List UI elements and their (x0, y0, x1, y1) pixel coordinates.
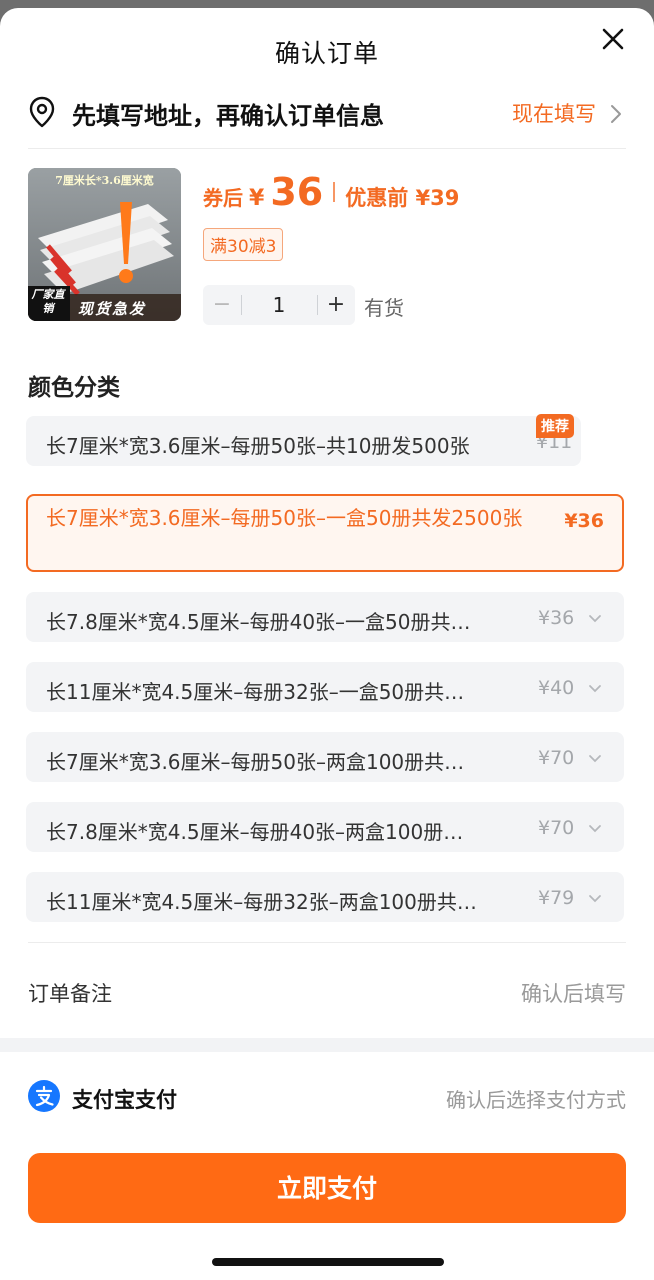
alipay-icon (28, 1080, 60, 1112)
order-sheet: 确认订单 先填写地址，再确认订单信息 现在填写 7厘米长*3.6厘米宽 厂家直销… (0, 8, 654, 1280)
chevron-down-icon (589, 615, 601, 623)
option-price: ¥70 (538, 817, 575, 839)
product-summary: 7厘米长*3.6厘米宽 厂家直销 现货急发 券后 ¥ 36 优惠前 ¥39 满3… (28, 168, 628, 328)
option-label: 长11厘米*宽4.5厘米–每册32张–两盒100册共… (46, 890, 477, 914)
quantity-value[interactable]: 1 (241, 285, 317, 325)
chevron-right-icon (611, 105, 621, 123)
option-price: ¥36 (564, 510, 604, 532)
payment-method-hint: 确认后选择支付方式 (446, 1088, 626, 1112)
close-icon[interactable] (598, 24, 628, 54)
option-label: 长11厘米*宽4.5厘米–每册32张–一盒50册共… (46, 680, 465, 704)
payment-method-row[interactable]: 支付宝支付 确认后选择支付方式 (28, 1068, 626, 1128)
option-price: ¥36 (538, 607, 575, 629)
home-indicator (212, 1258, 444, 1266)
divider (28, 148, 626, 149)
page-title: 确认订单 (274, 39, 379, 68)
option-item[interactable]: 长11厘米*宽4.5厘米–每册32张–一盒50册共… ¥40 (26, 662, 624, 712)
options-title: 颜色分类 (28, 375, 120, 401)
thumb-badge-left: 厂家直销 (31, 288, 65, 315)
option-price: ¥40 (538, 677, 575, 699)
thumb-top-text: 7厘米长*3.6厘米宽 (55, 174, 154, 187)
chevron-down-icon (589, 895, 601, 903)
price-separator (333, 182, 336, 202)
option-price: ¥70 (538, 747, 575, 769)
address-row[interactable]: 先填写地址，再确认订单信息 现在填写 (28, 84, 626, 148)
remark-label: 订单备注 (28, 982, 112, 1006)
currency-symbol: ¥ (249, 186, 265, 211)
recommend-badge: 推荐 (536, 414, 574, 438)
option-item[interactable]: 长7厘米*宽3.6厘米–每册50张–共10册发500张 ¥11 (26, 416, 581, 466)
option-item-selected[interactable]: 长7厘米*宽3.6厘米–每册50张–一盒50册共发2500张 ¥36 (26, 494, 624, 572)
stock-status: 有货 (364, 296, 404, 320)
address-prompt: 先填写地址，再确认订单信息 (72, 102, 384, 130)
option-item[interactable]: 长11厘米*宽4.5厘米–每册32张–两盒100册共… ¥79 (26, 872, 624, 922)
option-label: 长7厘米*宽3.6厘米–每册50张–一盒50册共发2500张 (46, 506, 523, 530)
final-price: 36 (270, 170, 324, 214)
thumb-badge-right: 现货急发 (78, 300, 147, 318)
fill-address-link[interactable]: 现在填写 (512, 98, 596, 128)
decrease-button[interactable]: − (203, 285, 241, 325)
pay-now-button[interactable]: 立即支付 (28, 1153, 626, 1223)
original-price: 优惠前 ¥39 (345, 186, 460, 210)
option-label: 长7.8厘米*宽4.5厘米–每册40张–一盒50册共… (46, 610, 471, 634)
increase-button[interactable]: + (317, 285, 355, 325)
option-label: 长7厘米*宽3.6厘米–每册50张–共10册发500张 (46, 434, 470, 458)
option-label: 长7厘米*宽3.6厘米–每册50张–两盒100册共… (46, 750, 465, 774)
option-item[interactable]: 长7.8厘米*宽4.5厘米–每册40张–两盒100册… ¥70 (26, 802, 624, 852)
chevron-down-icon (589, 825, 601, 833)
price-row: 券后 ¥ 36 优惠前 ¥39 (203, 170, 459, 214)
coupon-tag: 满30减3 (203, 228, 284, 261)
option-price: ¥79 (538, 887, 575, 909)
price-label: 券后 (203, 186, 243, 210)
divider (28, 942, 626, 943)
chevron-down-icon (589, 685, 601, 693)
product-image[interactable]: 7厘米长*3.6厘米宽 厂家直销 现货急发 (28, 168, 181, 321)
chevron-down-icon (589, 755, 601, 763)
location-pin-icon (29, 96, 55, 128)
option-item[interactable]: 长7厘米*宽3.6厘米–每册50张–两盒100册共… ¥70 (26, 732, 624, 782)
payment-method-label: 支付宝支付 (72, 1088, 177, 1112)
option-item[interactable]: 长7.8厘米*宽4.5厘米–每册40张–一盒50册共… ¥36 (26, 592, 624, 642)
quantity-stepper: − 1 + (203, 285, 355, 325)
remark-value: 确认后填写 (521, 982, 626, 1006)
order-remark-row[interactable]: 订单备注 确认后填写 (28, 960, 626, 1026)
section-gap (0, 1038, 654, 1052)
option-label: 长7.8厘米*宽4.5厘米–每册40张–两盒100册… (46, 820, 464, 844)
